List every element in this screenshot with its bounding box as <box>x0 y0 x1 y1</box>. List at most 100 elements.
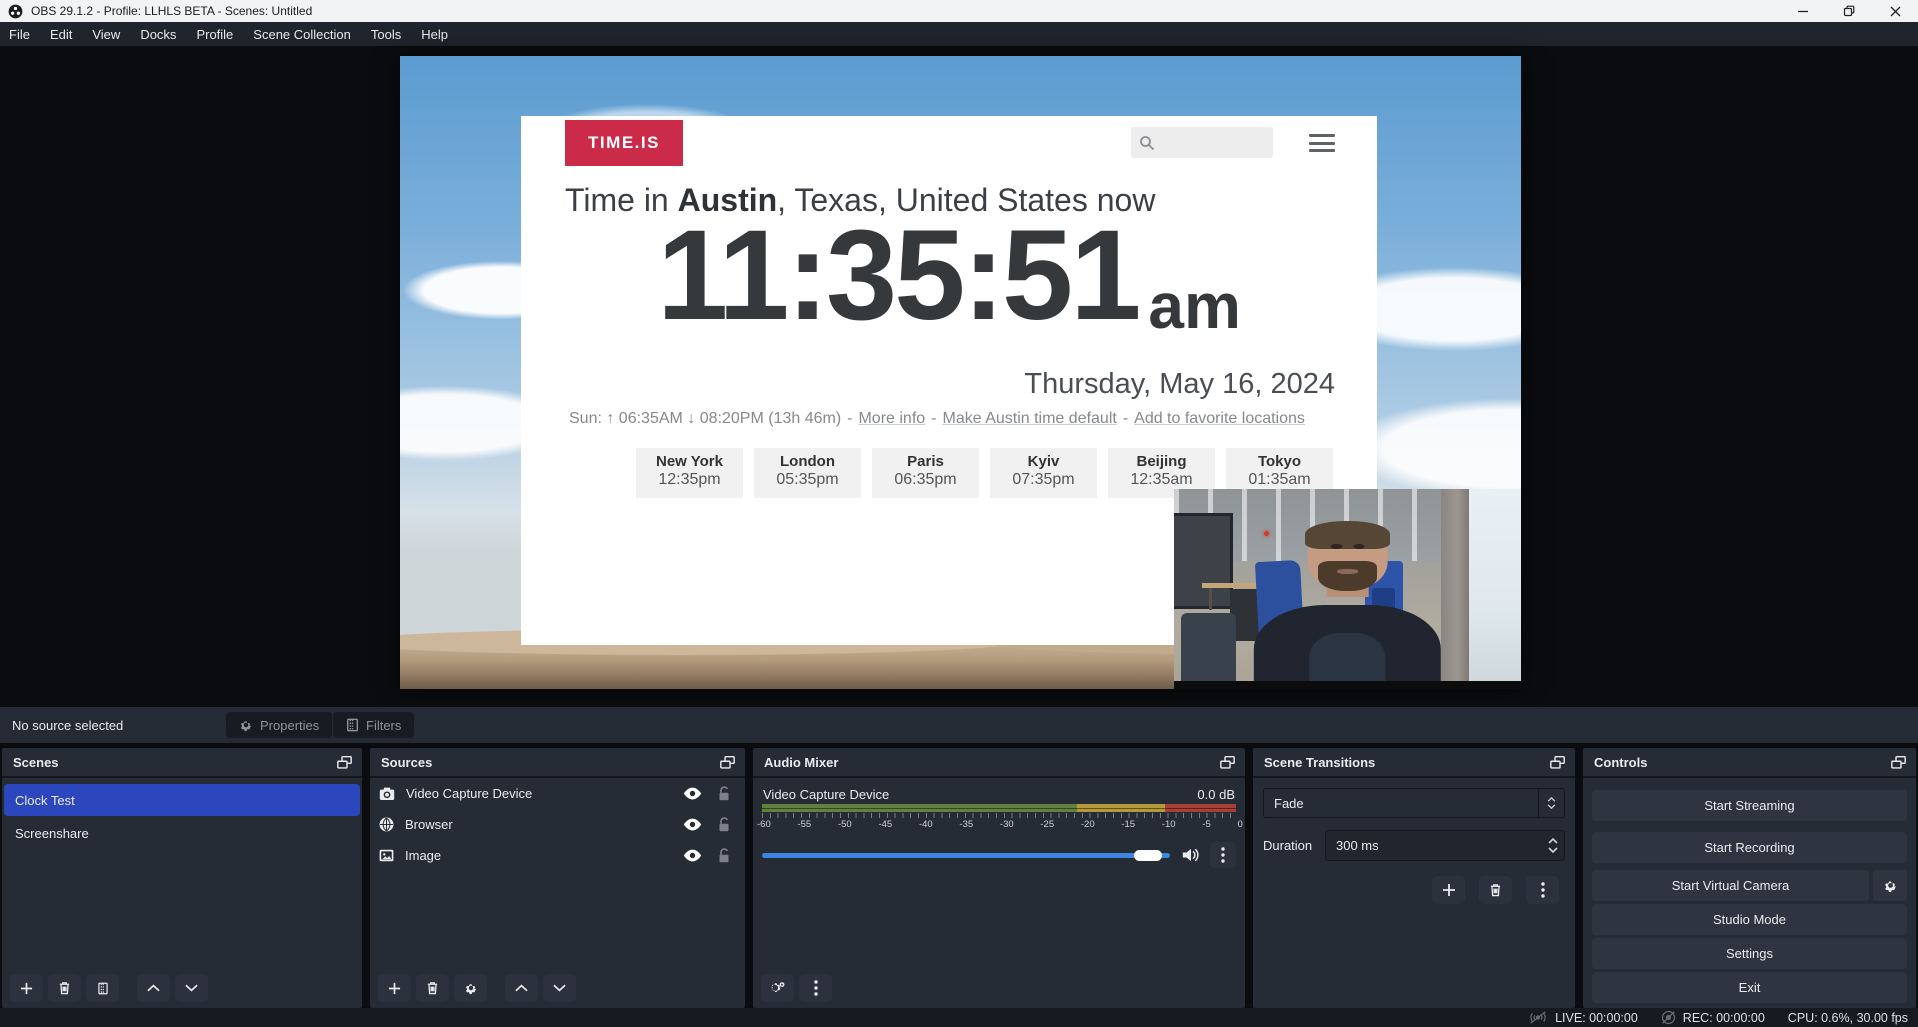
volume-slider-handle[interactable] <box>1134 850 1162 861</box>
mixer-device-label: Video Capture Device <box>763 787 889 802</box>
timeis-date: Thursday, May 16, 2024 <box>1024 368 1335 401</box>
person <box>1174 509 1521 689</box>
obs-window: OBS 29.1.2 - Profile: LLHLS BETA - Scene… <box>0 0 1918 1027</box>
add-source-button[interactable] <box>378 974 411 1002</box>
transition-properties-button[interactable] <box>1526 876 1559 904</box>
scene-filters-button[interactable] <box>86 974 119 1002</box>
gear-icon <box>1883 878 1898 893</box>
remove-source-button[interactable] <box>416 974 449 1002</box>
menu-edit[interactable]: Edit <box>40 22 82 46</box>
city-london: London05:35pm <box>754 448 861 498</box>
menu-file[interactable]: File <box>0 22 40 46</box>
stream-signal-icon <box>1528 1011 1548 1024</box>
duration-value: 300 ms <box>1336 838 1379 853</box>
scene-transitions-panel: Scene Transitions Fade Duration 300 ms <box>1253 748 1575 1008</box>
add-favorite-link: Add to favorite locations <box>1134 410 1305 428</box>
move-source-up-button[interactable] <box>505 974 538 1002</box>
scene-item-clock-test[interactable]: Clock Test <box>4 784 360 816</box>
source-row-image[interactable]: Image <box>370 840 745 871</box>
kebab-menu-icon <box>1541 882 1545 898</box>
menu-tools[interactable]: Tools <box>361 22 411 46</box>
controls-panel: Controls Start Streaming Start Recording… <box>1583 748 1916 1008</box>
mixer-menu-button[interactable] <box>799 974 832 1002</box>
mixer-options-button[interactable] <box>1210 842 1236 868</box>
popout-icon[interactable] <box>1219 755 1236 770</box>
combo-chevrons-icon <box>1538 789 1564 817</box>
lock-icon[interactable] <box>717 786 731 801</box>
gear-icon <box>464 981 478 995</box>
popout-icon[interactable] <box>336 755 353 770</box>
scenes-panel: Scenes Clock Test Screenshare <box>2 748 362 1008</box>
preview-area: TIME.IS Time in Austin, Texas, United St… <box>0 46 1918 706</box>
popout-icon[interactable] <box>719 755 736 770</box>
status-bar: LIVE: 00:00:00 REC: 00:00:00 CPU: 0.6%, … <box>0 1008 1918 1027</box>
restore-button[interactable] <box>1826 0 1872 22</box>
obs-logo-icon <box>8 4 23 19</box>
scenes-toolbar <box>10 974 208 1002</box>
window-title: OBS 29.1.2 - Profile: LLHLS BETA - Scene… <box>31 4 312 18</box>
kebab-menu-icon <box>814 980 818 996</box>
menu-profile[interactable]: Profile <box>186 22 243 46</box>
duration-spinbox[interactable]: 300 ms <box>1325 830 1565 861</box>
globe-icon <box>379 817 394 832</box>
transition-selected-value: Fade <box>1264 796 1538 811</box>
volume-slider[interactable] <box>762 853 1170 858</box>
remove-scene-button[interactable] <box>48 974 81 1002</box>
speaker-icon[interactable] <box>1182 847 1200 863</box>
visibility-eye-icon[interactable] <box>683 787 702 800</box>
timeis-logo: TIME.IS <box>565 120 683 166</box>
mixer-db-value: 0.0 dB <box>1197 787 1235 802</box>
city-paris: Paris06:35pm <box>872 448 979 498</box>
city-newyork: New York12:35pm <box>636 448 743 498</box>
start-recording-button[interactable]: Start Recording <box>1592 832 1907 863</box>
webcam-video-source[interactable] <box>1174 489 1521 689</box>
lock-icon[interactable] <box>717 817 731 832</box>
add-transition-button[interactable] <box>1432 876 1465 904</box>
add-scene-button[interactable] <box>10 974 43 1002</box>
source-row-video-capture[interactable]: Video Capture Device <box>370 778 745 809</box>
start-virtual-camera-button[interactable]: Start Virtual Camera <box>1592 870 1869 901</box>
start-streaming-button[interactable]: Start Streaming <box>1592 790 1907 821</box>
lock-icon[interactable] <box>717 848 731 863</box>
move-scene-down-button[interactable] <box>175 974 208 1002</box>
popout-icon[interactable] <box>1549 755 1566 770</box>
source-properties-button[interactable] <box>454 974 487 1002</box>
exit-button[interactable]: Exit <box>1592 972 1907 1003</box>
transitions-header: Scene Transitions <box>1253 748 1575 778</box>
advanced-audio-button[interactable] <box>761 974 794 1002</box>
menu-docks[interactable]: Docks <box>130 22 186 46</box>
controls-header: Controls <box>1583 748 1916 778</box>
minimize-button[interactable] <box>1780 0 1826 22</box>
close-button[interactable] <box>1872 0 1918 22</box>
virtual-camera-config-button[interactable] <box>1873 870 1907 901</box>
studio-mode-button[interactable]: Studio Mode <box>1592 904 1907 935</box>
cpu-fps-stats: CPU: 0.6%, 30.00 fps <box>1788 1011 1908 1025</box>
transition-select[interactable]: Fade <box>1263 788 1565 818</box>
settings-button[interactable]: Settings <box>1592 938 1907 969</box>
camera-icon <box>379 787 395 801</box>
gear-icon <box>239 718 253 732</box>
meter-tick-marks <box>762 813 1236 818</box>
kebab-menu-icon <box>1221 847 1225 863</box>
properties-button[interactable]: Properties <box>226 712 332 738</box>
move-scene-up-button[interactable] <box>137 974 170 1002</box>
title-bar[interactable]: OBS 29.1.2 - Profile: LLHLS BETA - Scene… <box>0 0 1918 22</box>
menu-view[interactable]: View <box>82 22 130 46</box>
spinner-arrows-icon[interactable] <box>1548 831 1558 860</box>
timeis-search-box <box>1131 127 1273 158</box>
filter-icon <box>346 718 359 732</box>
menu-help[interactable]: Help <box>411 22 458 46</box>
scene-item-screenshare[interactable]: Screenshare <box>4 818 360 848</box>
remove-transition-button[interactable] <box>1479 876 1512 904</box>
filters-button[interactable]: Filters <box>333 712 414 738</box>
move-source-down-button[interactable] <box>543 974 576 1002</box>
mixer-toolbar <box>761 974 832 1002</box>
menu-scene-collection[interactable]: Scene Collection <box>243 22 361 46</box>
visibility-eye-icon[interactable] <box>683 818 702 831</box>
sources-toolbar <box>378 974 576 1002</box>
visibility-eye-icon[interactable] <box>683 849 702 862</box>
source-row-browser[interactable]: Browser <box>370 809 745 840</box>
image-icon <box>379 849 394 862</box>
popout-icon[interactable] <box>1890 755 1907 770</box>
preview-canvas[interactable]: TIME.IS Time in Austin, Texas, United St… <box>400 56 1521 689</box>
